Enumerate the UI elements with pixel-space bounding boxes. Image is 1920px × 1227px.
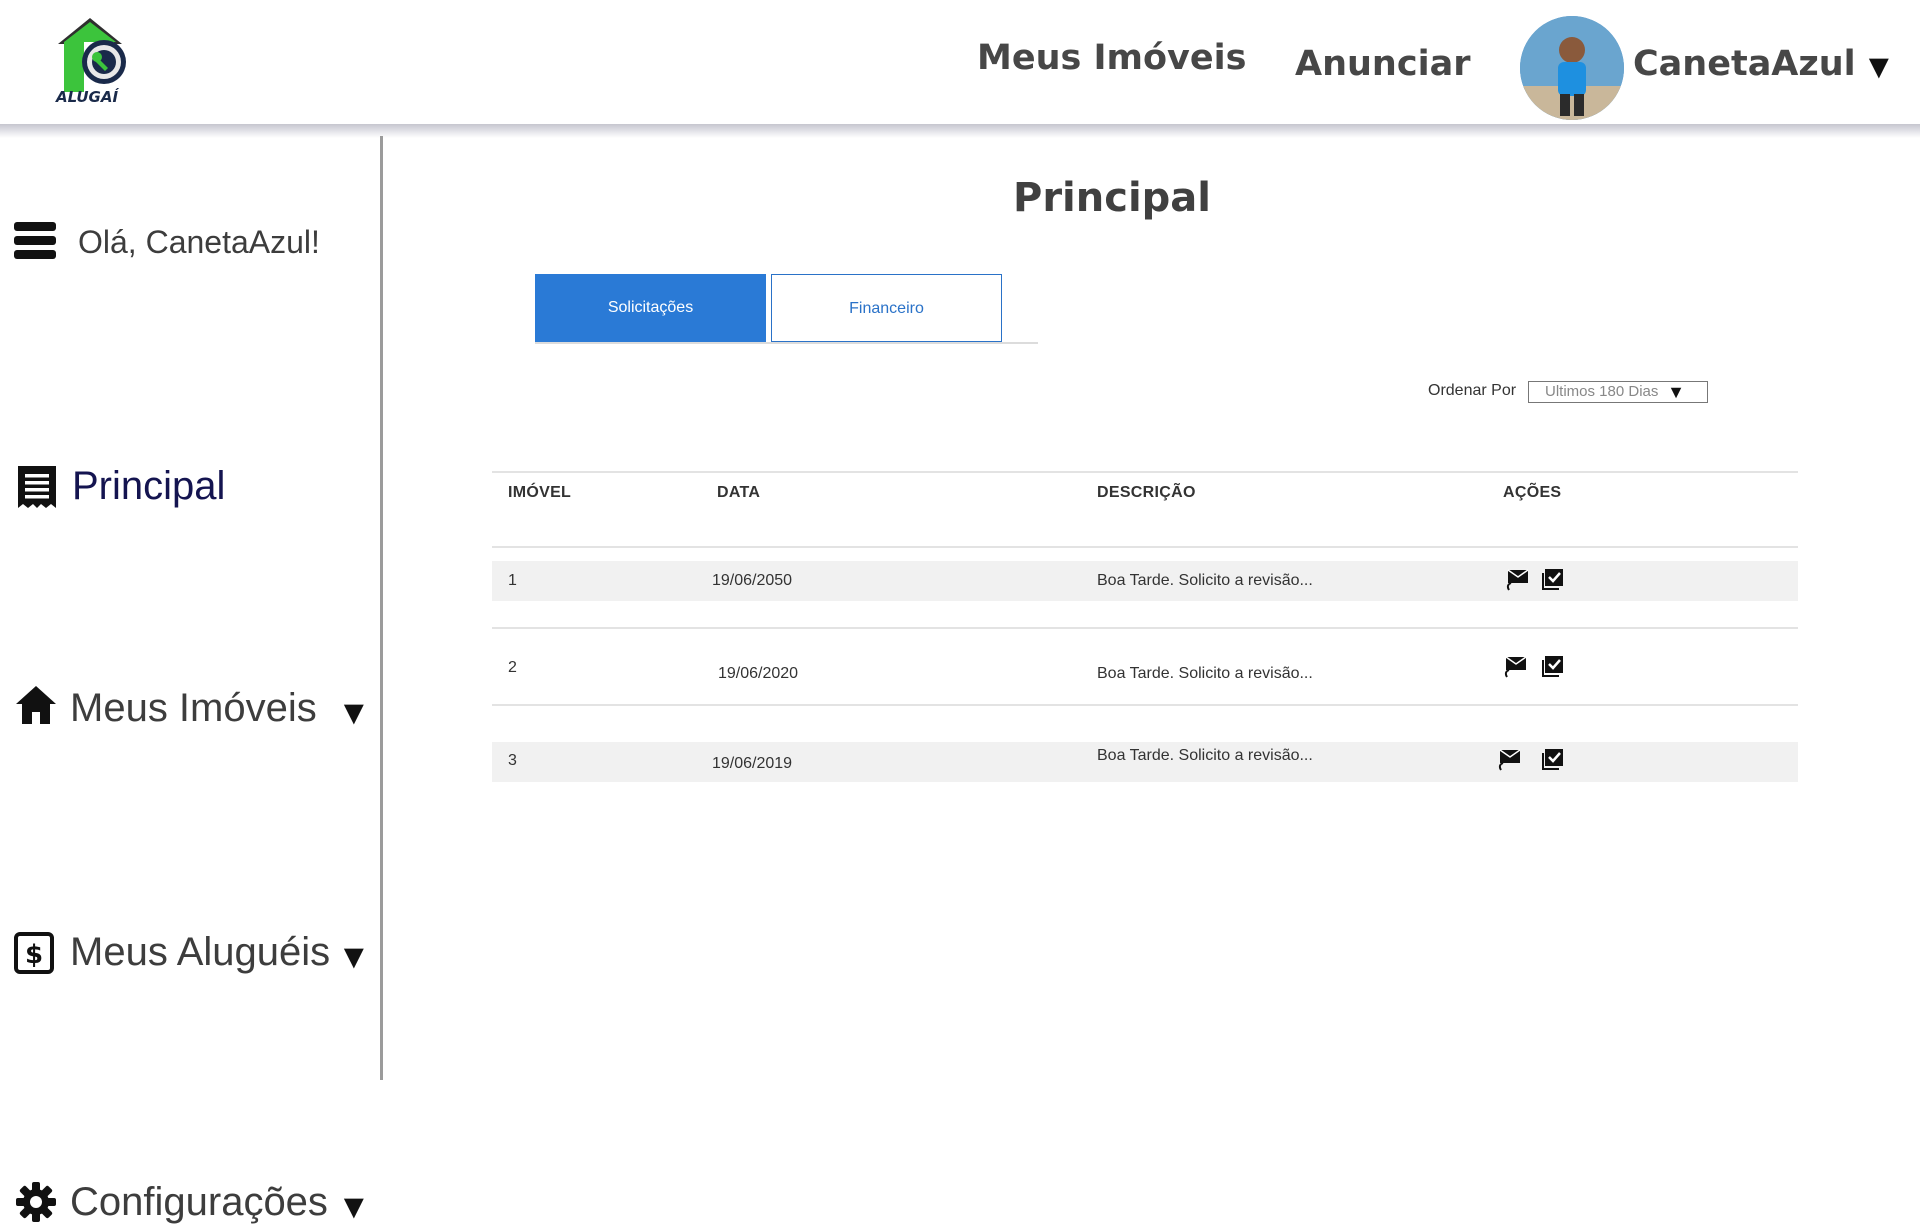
cell-imovel: 2 [508,659,517,676]
chevron-down-icon[interactable]: ▼ [337,938,371,977]
page-title: Principal [1013,175,1211,221]
cell-data: 19/06/2020 [718,665,799,682]
cell-descricao: Boa Tarde. Solicito a revisão... [1097,572,1313,589]
chevron-down-icon: ▼ [1667,382,1685,402]
cell-descricao: Boa Tarde. Solicito a revisão... [1097,665,1313,682]
column-header-data[interactable]: DATA [717,484,760,502]
column-header-imovel[interactable]: IMÓVEL [508,484,571,502]
column-header-descricao[interactable]: DESCRIÇÃO [1097,484,1196,502]
alugai-logo[interactable]: ALUGAÍ [50,12,150,107]
column-header-acoes: AÇÕES [1503,484,1562,501]
user-name[interactable]: CanetaAzul [1633,44,1856,84]
approve-check-icon[interactable] [1542,568,1564,590]
svg-text:$: $ [25,940,43,970]
approve-check-icon[interactable] [1542,748,1564,770]
sidebar-greeting-row: Olá, CanetaAzul! [0,176,380,260]
nav-anunciar[interactable]: Anunciar [1295,44,1470,84]
reply-mail-icon[interactable] [1498,749,1521,771]
reply-mail-icon[interactable] [1506,569,1529,591]
user-avatar[interactable] [1520,16,1624,120]
sort-select[interactable]: Ultimos 180 Dias ▼ [1528,381,1708,403]
chevron-down-icon[interactable]: ▼ [337,1188,371,1227]
cell-data: 19/06/2019 [712,755,793,772]
tab-solicitacoes[interactable]: Solicitações [535,274,766,342]
table-top-border [492,471,1798,473]
sort-select-value: Ultimos 180 Dias [1545,383,1659,400]
sidebar: Olá, CanetaAzul! Principal Meus Imóveis … [0,136,383,1226]
sort-label: Ordenar Por [1428,382,1517,399]
gear-icon [16,1182,56,1227]
sidebar-item-meus-imoveis[interactable]: Meus Imóveis ▼ [0,406,380,732]
table-row-border [492,627,1798,629]
cell-data: 19/06/2050 [712,572,793,589]
cell-descricao: Boa Tarde. Solicito a revisão... [1097,747,1313,764]
cell-imovel: 1 [508,572,517,589]
sidebar-item-label: Configurações [70,1180,328,1224]
sidebar-item-principal[interactable]: Principal [0,296,380,508]
cell-imovel: 3 [508,752,517,769]
tab-financeiro[interactable]: Financeiro [771,274,1002,342]
sidebar-item-configuracoes[interactable]: Configurações ▼ [0,654,380,1226]
tabs-underline [535,342,1038,344]
reply-mail-icon[interactable] [1504,656,1527,678]
table-header-border [492,546,1798,548]
sidebar-item-meus-alugueis[interactable]: $ Meus Aluguéis ▼ [0,528,380,976]
top-header: ALUGAÍ Meus Imóveis Anunciar CanetaAzul … [0,0,1920,124]
user-menu-chevron-down-icon[interactable]: ▼ [1862,50,1896,84]
greeting-text: Olá, CanetaAzul! [78,224,320,260]
nav-meus-imoveis[interactable]: Meus Imóveis [977,38,1246,78]
approve-check-icon[interactable] [1542,655,1564,677]
dollar-icon: $ [14,932,54,979]
hamburger-menu-icon[interactable] [14,222,56,265]
table-row-border [492,704,1798,706]
sidebar-item-label: Meus Aluguéis [70,930,331,974]
svg-text:ALUGAÍ: ALUGAÍ [55,87,119,106]
